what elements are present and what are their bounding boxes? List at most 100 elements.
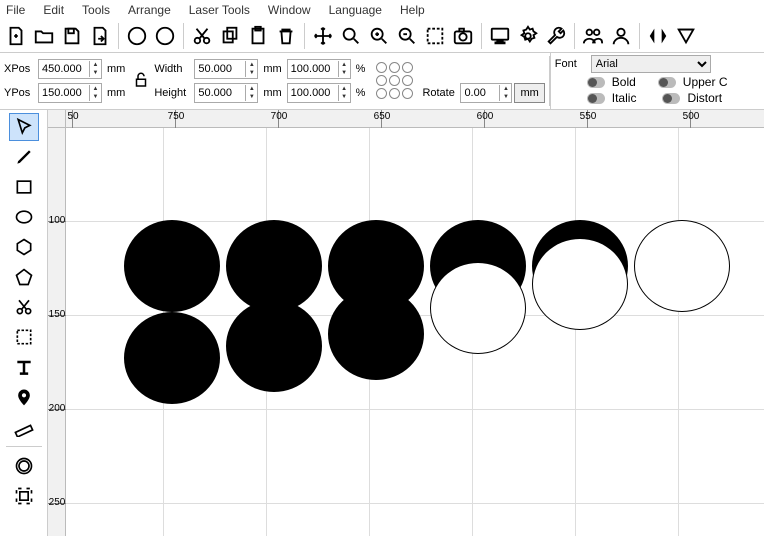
canvas-shape[interactable] [532,238,628,330]
save-button[interactable] [58,22,86,50]
font-family-select[interactable]: Arial [591,55,711,73]
canvas-area: 50750700650600550500 100150200250 [48,110,764,536]
select-tool[interactable] [9,113,39,141]
unit-label: mm [107,63,125,75]
left-toolbox [0,110,48,536]
upper-label: Upper C [683,75,728,89]
monitor-button[interactable] [486,22,514,50]
workarea: 50750700650600550500 100150200250 [0,110,764,536]
zoom-button[interactable] [337,22,365,50]
height-pct-input[interactable]: ▲▼ [287,83,351,103]
user-button[interactable] [607,22,635,50]
distort-toggle[interactable] [662,93,680,104]
italic-label: Italic [612,91,637,105]
bold-label: Bold [612,75,636,89]
unit-label: mm [263,87,281,99]
canvas-shape[interactable] [124,312,220,404]
ypos-input[interactable]: ▲▼ [38,83,102,103]
new-button[interactable] [2,22,30,50]
properties-bar: XPos ▲▼ mm YPos ▲▼ mm Width ▲▼ mm ▲▼ % H… [0,53,764,110]
xpos-label: XPos [4,63,36,75]
camera-button[interactable] [449,22,477,50]
paste-button[interactable] [244,22,272,50]
ypos-label: YPos [4,87,36,99]
width-pct-input[interactable]: ▲▼ [287,59,351,79]
flip-h-button[interactable] [644,22,672,50]
main-toolbar [0,20,764,53]
ellipse-tool[interactable] [9,203,39,231]
location-tool[interactable] [9,383,39,411]
pencil-tool[interactable] [9,143,39,171]
canvas-shape[interactable] [124,220,220,312]
unit-label: mm [107,87,125,99]
coin-tool[interactable] [9,452,39,480]
separator [574,23,575,49]
select-area-button[interactable] [421,22,449,50]
separator [481,23,482,49]
menu-laser[interactable]: Laser Tools [189,3,250,17]
xpos-input[interactable]: ▲▼ [38,59,102,79]
ruler-vertical: 100150200250 [48,128,66,536]
unit-label: mm [263,63,281,75]
rotate-input[interactable]: ▲▼ [460,83,512,103]
width-input[interactable]: ▲▼ [194,59,258,79]
tool-divider [6,446,42,447]
menu-language[interactable]: Language [329,3,382,17]
separator [118,23,119,49]
users-button[interactable] [579,22,607,50]
separator [183,23,184,49]
hexagon-tool[interactable] [9,233,39,261]
undo-button[interactable] [123,22,151,50]
menu-window[interactable]: Window [268,3,311,17]
menu-help[interactable]: Help [400,3,425,17]
separator [304,23,305,49]
height-label: Height [154,87,192,99]
width-label: Width [154,63,192,75]
upper-toggle[interactable] [658,77,676,88]
cut-button[interactable] [188,22,216,50]
ruler-horizontal: 50750700650600550500 [66,110,764,128]
menu-arrange[interactable]: Arrange [128,3,171,17]
settings-button[interactable] [514,22,542,50]
flip-v-button[interactable] [672,22,700,50]
pct-label: % [356,63,366,75]
canvas-shape[interactable] [328,288,424,380]
font-panel: Font Arial Bold Upper C Italic Distort [550,53,764,109]
menubar: File Edit Tools Arrange Laser Tools Wind… [0,0,764,20]
separator [639,23,640,49]
canvas-shape[interactable] [634,220,730,312]
export-button[interactable] [86,22,114,50]
lock-icon[interactable] [132,68,150,95]
frame-tool[interactable] [9,323,39,351]
canvas-shape[interactable] [430,262,526,354]
menu-file[interactable]: File [6,3,25,17]
font-label: Font [555,58,587,70]
redo-button[interactable] [151,22,179,50]
text-tool[interactable] [9,353,39,381]
unit-button[interactable]: mm [514,83,544,103]
anchor-grid[interactable] [376,62,414,100]
italic-toggle[interactable] [587,93,605,104]
ruler-tool[interactable] [9,413,39,441]
rect-tool[interactable] [9,173,39,201]
move-button[interactable] [309,22,337,50]
zoom-in-button[interactable] [365,22,393,50]
pentagon-tool[interactable] [9,263,39,291]
copy-button[interactable] [216,22,244,50]
canvas-shape[interactable] [226,220,322,312]
height-input[interactable]: ▲▼ [194,83,258,103]
bold-toggle[interactable] [587,77,605,88]
rotate-label: Rotate [422,87,458,99]
position-panel: XPos ▲▼ mm YPos ▲▼ mm Width ▲▼ mm ▲▼ % H… [0,56,550,106]
menu-tools[interactable]: Tools [82,3,110,17]
wrench-button[interactable] [542,22,570,50]
open-button[interactable] [30,22,58,50]
canvas-shape[interactable] [226,300,322,392]
distort-label: Distort [687,91,722,105]
zoom-out-button[interactable] [393,22,421,50]
group-tool[interactable] [9,482,39,510]
menu-edit[interactable]: Edit [43,3,64,17]
delete-button[interactable] [272,22,300,50]
canvas[interactable] [66,128,764,536]
scissors-tool[interactable] [9,293,39,321]
